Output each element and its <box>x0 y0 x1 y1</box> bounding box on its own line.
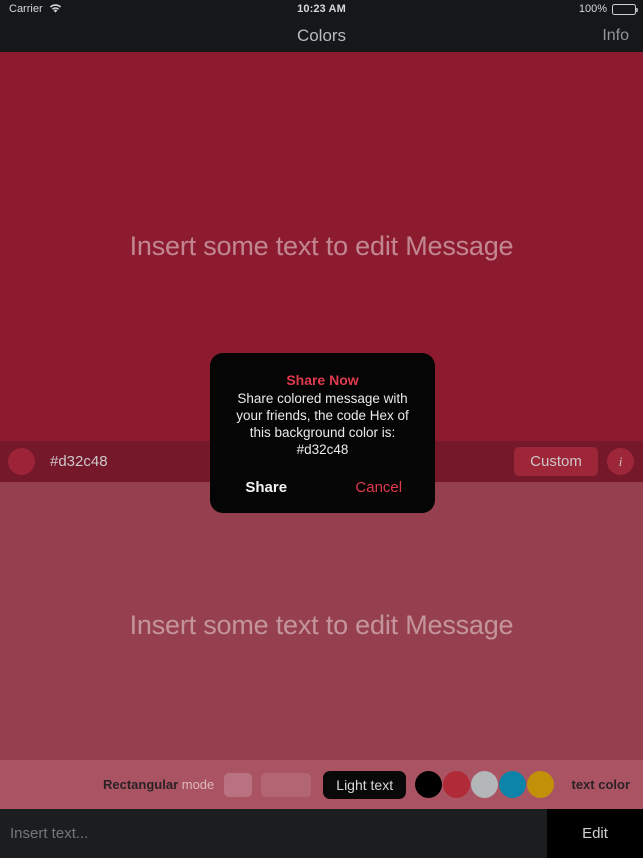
shape-toolbar: Rectangular mode Light text text color <box>0 760 643 809</box>
rounded-square-preview[interactable] <box>224 772 253 797</box>
color-dot-black[interactable] <box>415 771 443 798</box>
info-nav-button[interactable]: Info <box>602 27 629 45</box>
insert-text-input[interactable] <box>0 808 547 858</box>
message-placeholder-top: Insert some text to edit Message <box>129 231 514 261</box>
info-icon-button[interactable]: i <box>607 448 634 475</box>
share-dialog-actions: Share Cancel <box>210 478 435 497</box>
share-dialog-line-2: your friends, the code Hex of <box>236 408 409 423</box>
mode-label-bold: Rectangular <box>103 777 179 792</box>
status-bar-time: 10:23 AM <box>297 3 346 15</box>
color-dot-red[interactable] <box>443 771 471 798</box>
battery-full-icon <box>612 3 638 15</box>
text-input-bar: Edit <box>0 808 643 858</box>
share-dialog-line-4: #d32c48 <box>296 442 349 457</box>
mode-label: Rectangular mode <box>103 777 214 792</box>
share-confirm-button[interactable]: Share <box>210 478 323 497</box>
text-color-dots <box>415 771 555 798</box>
message-placeholder-bottom: Insert some text to edit Message <box>129 610 514 640</box>
status-bar-right: 100% <box>578 3 638 15</box>
share-dialog-message: Share colored message with your friends,… <box>210 388 435 458</box>
share-dialog-title: Share Now <box>286 372 359 388</box>
edit-button[interactable]: Edit <box>547 809 643 858</box>
share-dialog: Share Now Share colored message with you… <box>210 353 435 513</box>
color-dot-gold[interactable] <box>527 771 555 798</box>
color-dot-teal[interactable] <box>499 771 527 798</box>
mode-label-dim: mode <box>178 777 215 792</box>
color-dot-silver[interactable] <box>471 771 499 798</box>
app-root: Carrier 10:23 AM 100% Colors Info Insert… <box>0 0 643 858</box>
color-swatch-circle[interactable] <box>8 448 35 475</box>
navigation-bar: Colors Info <box>0 19 643 52</box>
rounded-rect-preview[interactable] <box>261 772 312 797</box>
status-bar: Carrier 10:23 AM 100% <box>0 0 643 19</box>
light-text-button[interactable]: Light text <box>323 770 407 799</box>
text-color-label: text color <box>571 777 630 792</box>
share-dialog-line-3: this background color is: <box>249 425 396 440</box>
share-dialog-line-1: Share colored message with <box>237 391 408 406</box>
battery-percent-label: 100% <box>578 3 607 15</box>
page-title: Colors <box>296 26 347 45</box>
custom-color-button[interactable]: Custom <box>514 447 598 476</box>
share-cancel-button[interactable]: Cancel <box>323 478 436 497</box>
